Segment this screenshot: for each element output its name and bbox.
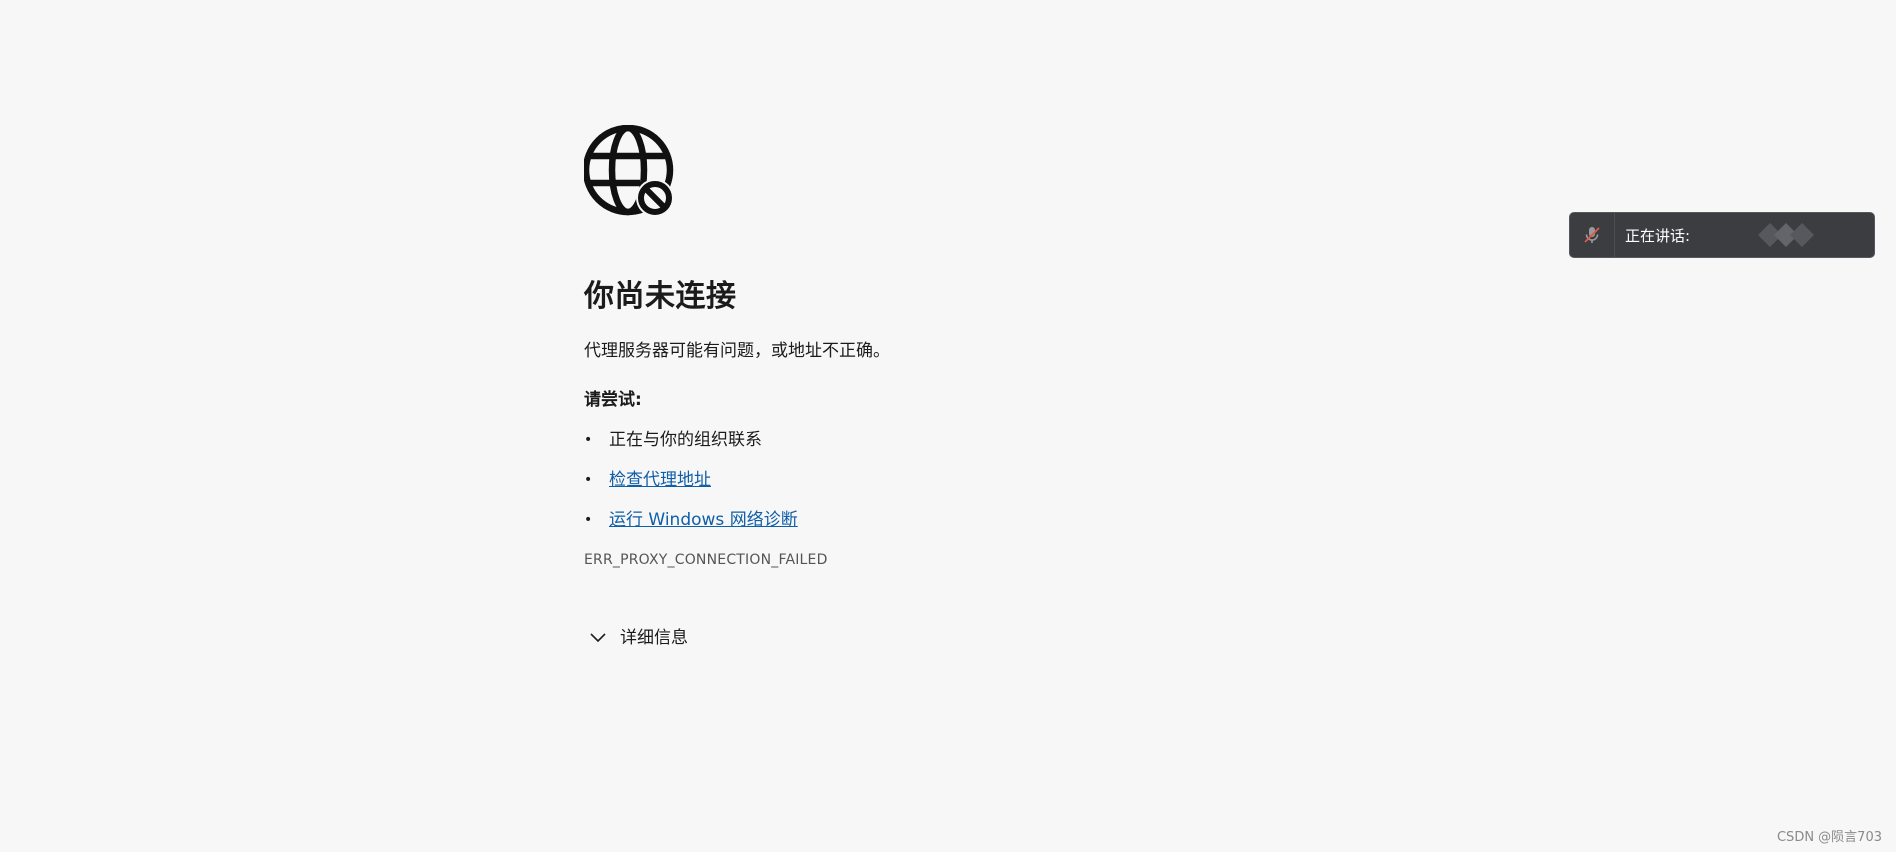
bullet: • (584, 432, 593, 448)
suggestion-contact-org: 正在与你的组织联系 (609, 430, 762, 450)
page-title: 你尚未连接 (584, 279, 737, 314)
speaking-label: 正在讲话: (1625, 226, 1691, 245)
error-code: ERR_PROXY_CONNECTION_FAILED (584, 552, 828, 568)
bullet: • (584, 512, 593, 528)
mic-toggle-button[interactable] (1570, 213, 1615, 257)
watermark: CSDN @陨言703 (1776, 830, 1882, 845)
details-label: 详细信息 (620, 628, 688, 648)
details-toggle-button[interactable]: 详细信息 (584, 626, 1284, 650)
network-diagnostics-link[interactable]: 运行 Windows 网络诊断 (609, 510, 798, 530)
error-description: 代理服务器可能有问题，或地址不正确。 (584, 341, 890, 361)
list-item: • 正在与你的组织联系 (584, 428, 1284, 452)
list-item: • 检查代理地址 (584, 468, 1284, 492)
check-proxy-link[interactable]: 检查代理地址 (609, 470, 711, 490)
speaker-avatar-blur (1758, 223, 1814, 247)
try-heading: 请尝试: (584, 390, 642, 410)
chevron-down-icon (590, 633, 606, 643)
suggestion-list: • 正在与你的组织联系 • 检查代理地址 • 运行 Windows 网络诊断 (584, 428, 1284, 532)
bullet: • (584, 472, 593, 488)
error-content: 你尚未连接 代理服务器可能有问题，或地址不正确。 请尝试: • 正在与你的组织联… (584, 125, 1284, 650)
list-item: • 运行 Windows 网络诊断 (584, 508, 1284, 532)
speaking-toast: 正在讲话: (1569, 212, 1875, 258)
globe-blocked-icon (584, 125, 674, 217)
mic-muted-icon (1584, 227, 1600, 243)
